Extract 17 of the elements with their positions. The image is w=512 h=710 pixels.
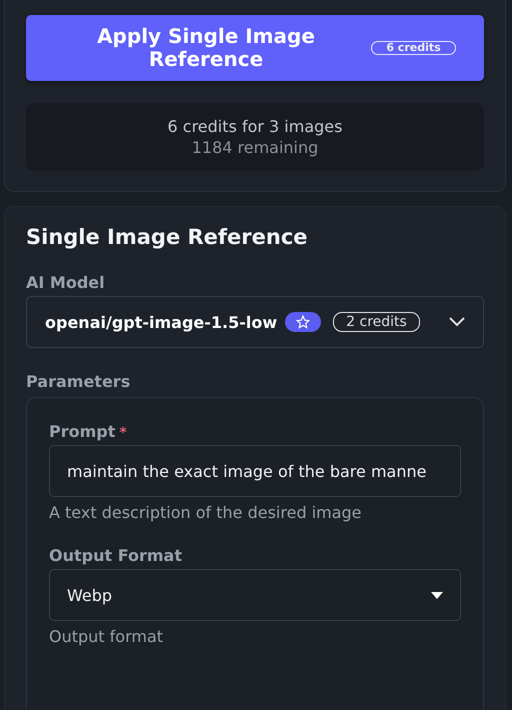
field-help-text: A text description of the desired image	[49, 503, 363, 522]
prompt-field[interactable]: maintain the exact image of the bare manne	[49, 445, 461, 497]
apply-button[interactable]: Apply Single Image Reference 6 credits	[26, 15, 484, 81]
parameters-label: Parameters	[26, 372, 132, 391]
model-label: AI Model	[26, 273, 106, 292]
chevron-down-icon	[449, 317, 465, 327]
credits-badge: 2 credits	[333, 312, 420, 332]
field-label: Prompt *	[49, 422, 128, 441]
model-name: openai/gpt-image-1.5-low	[45, 312, 278, 332]
cost-summary-text: 6 credits for 3 images	[168, 117, 342, 136]
field-help-text: Output format	[49, 627, 164, 646]
output-format-select[interactable]: Webp	[49, 569, 461, 621]
field-label: Output Format	[49, 546, 183, 565]
model-select[interactable]: openai/gpt-image-1.5-low 2 credits	[26, 296, 484, 348]
section-title: Single Image Reference	[26, 225, 309, 249]
remaining-credits-text: 1184 remaining	[192, 138, 318, 157]
caret-icon	[431, 592, 443, 598]
